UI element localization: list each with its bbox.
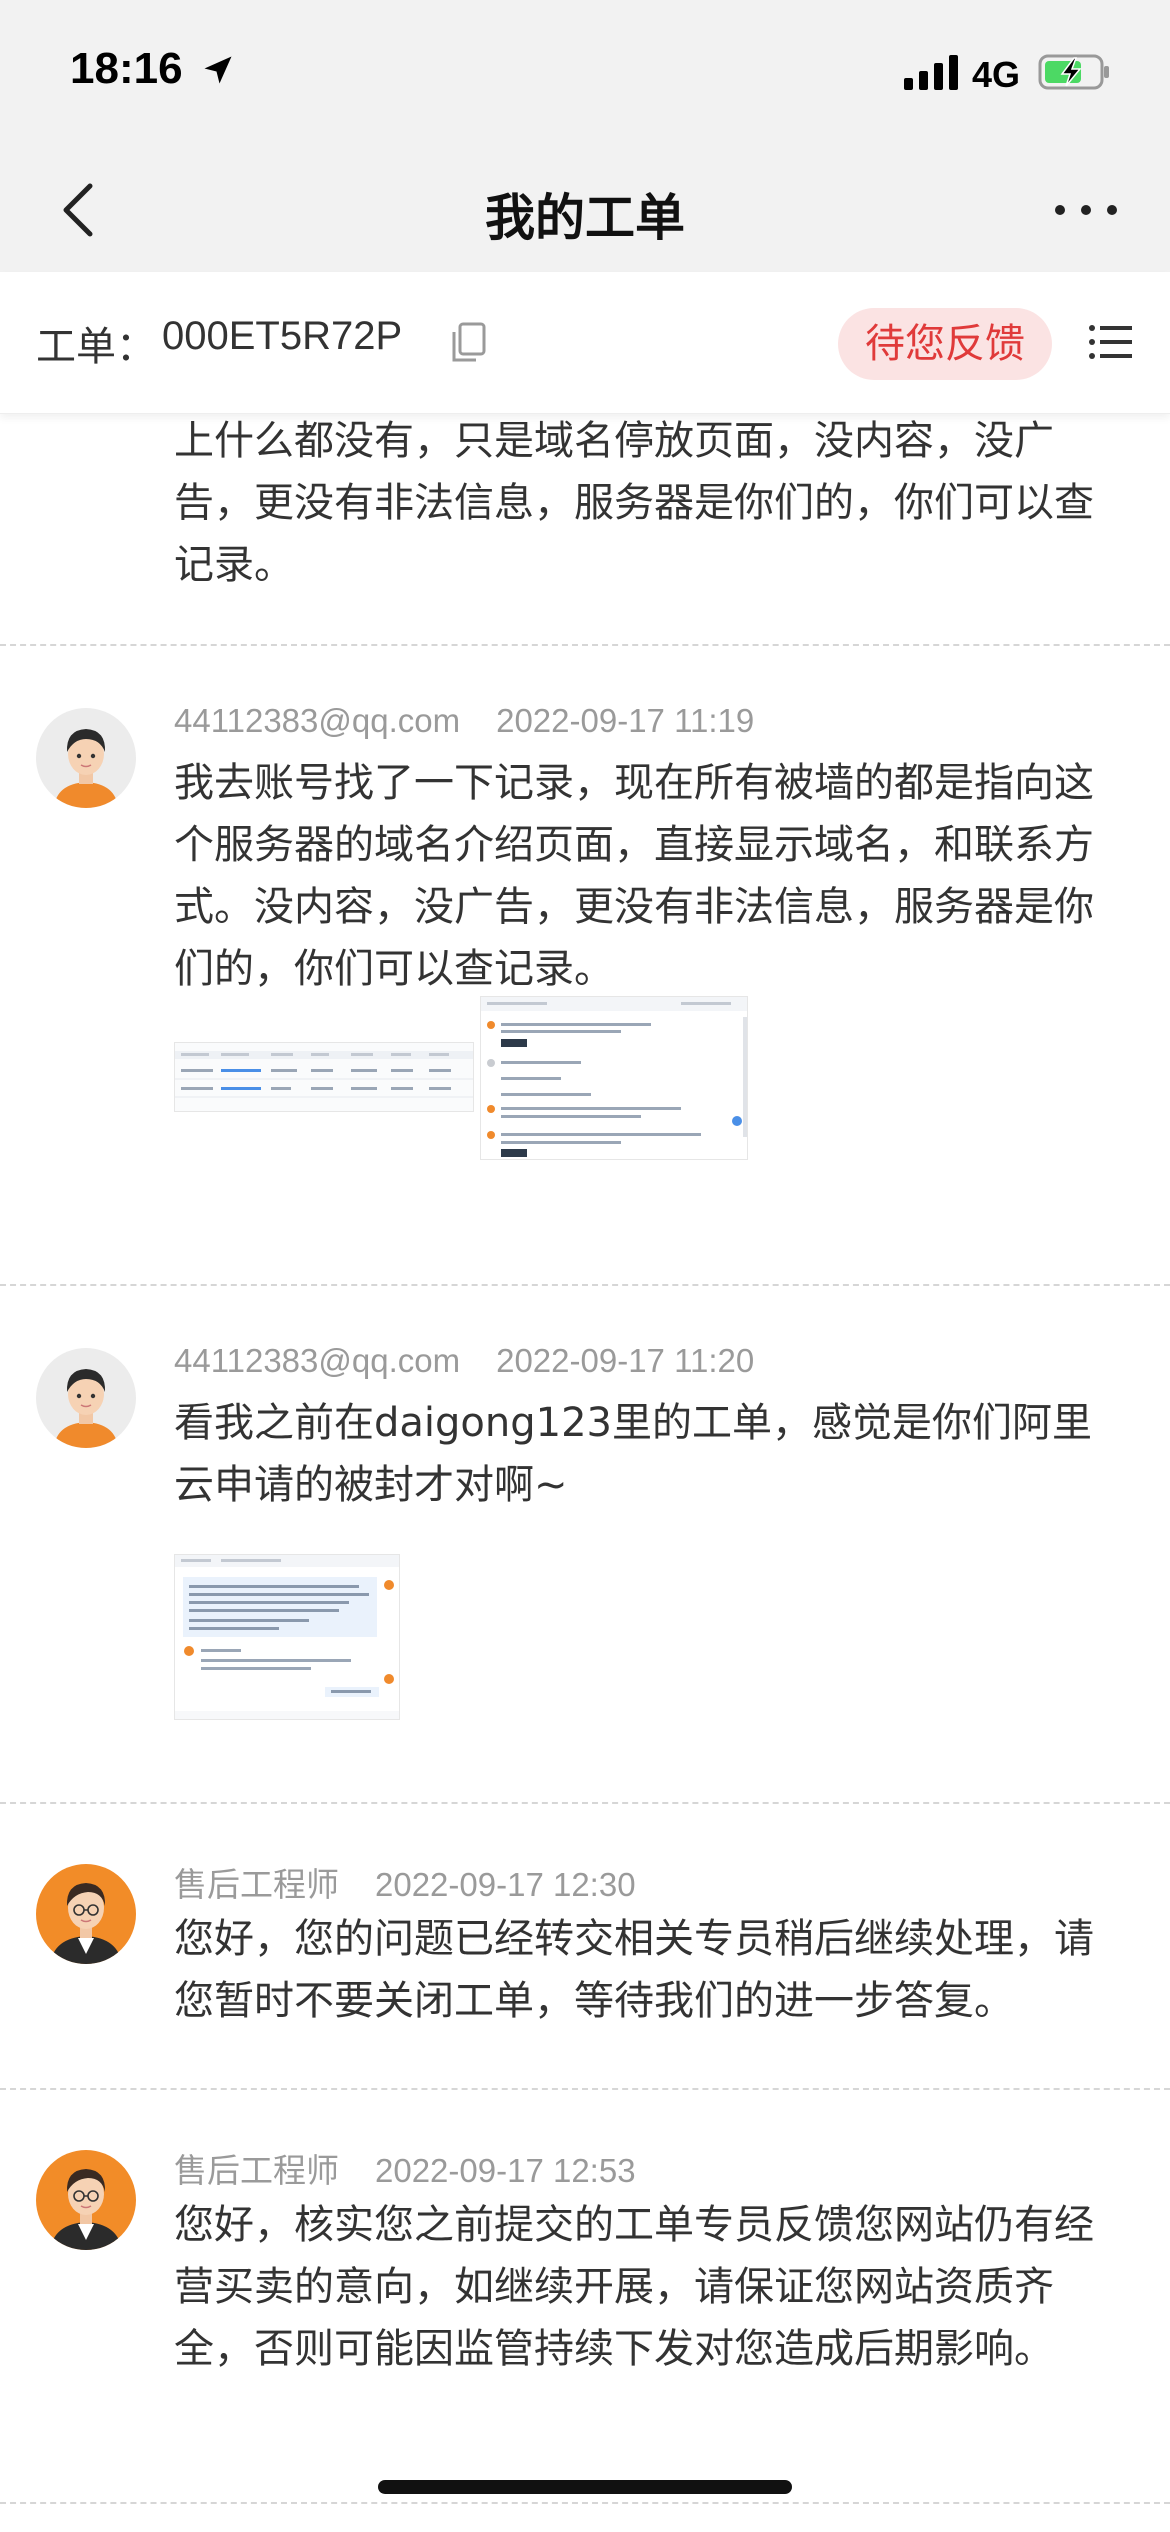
status-time: 18:16 <box>70 44 183 93</box>
message-divider <box>0 2088 1170 2090</box>
ticket-header: 工单： 000ET5R72P 待您反馈 <box>0 272 1170 414</box>
sender-name: 44112383@qq.com <box>174 1342 461 1379</box>
screenshot-thumbnail-ticket[interactable] <box>174 1554 400 1720</box>
sender-name: 44112383@qq.com <box>174 702 461 739</box>
message-body: 看我之前在daigong123里的工单，感觉是你们阿里云申请的被封才对啊~ <box>174 1400 1092 1508</box>
ticket-id: 000ET5R72P <box>162 314 403 358</box>
ticket-label: 工单： <box>36 324 156 370</box>
message-time: 2022-09-17 12:30 <box>375 1866 636 1903</box>
user-avatar <box>36 708 136 808</box>
message-time: 2022-09-17 12:53 <box>375 2152 636 2189</box>
signal-icon <box>904 55 958 90</box>
status-badge: 待您反馈 <box>838 308 1052 380</box>
network-type: 4G <box>972 54 1021 95</box>
engineer-avatar <box>36 2150 136 2250</box>
navigation-bar: 我的工单 <box>0 150 1170 272</box>
home-indicator[interactable] <box>378 2480 792 2494</box>
status-bar: 18:16 4G <box>0 0 1170 150</box>
more-icon[interactable] <box>1052 190 1120 230</box>
battery-charging-icon <box>1038 54 1109 90</box>
message-time: 2022-09-17 11:20 <box>496 1342 755 1379</box>
message-body: 您好，核实您之前提交的工单专员反馈您网站仍有经营买卖的意向，如继续开展，请保证您… <box>174 2202 1094 2372</box>
message-meta: 售后工程师 2022-09-17 12:30 <box>174 1858 636 1906</box>
message-body: 上什么都没有，只是域名停放页面，没内容，没广告，更没有非法信息，服务器是你们的，… <box>174 418 1094 588</box>
message-meta: 44112383@qq.com 2022-09-17 11:19 <box>174 702 754 740</box>
message-divider <box>0 1284 1170 1286</box>
screenshot-thumbnail-chat[interactable] <box>480 996 748 1160</box>
list-icon[interactable] <box>1088 322 1132 362</box>
location-arrow-icon <box>204 56 232 84</box>
message-meta: 售后工程师 2022-09-17 12:53 <box>174 2144 636 2192</box>
message-divider <box>0 1802 1170 1804</box>
sender-name: 售后工程师 <box>174 1866 339 1903</box>
sender-name: 售后工程师 <box>174 2152 339 2189</box>
user-avatar <box>36 1348 136 1448</box>
message-body: 您好，您的问题已经转交相关专员稍后继续处理，请您暂时不要关闭工单，等待我们的进一… <box>174 1916 1094 2024</box>
message-meta: 44112383@qq.com 2022-09-17 11:20 <box>174 1342 754 1380</box>
screenshot-thumbnail-table[interactable] <box>174 1042 474 1112</box>
message-feed[interactable]: 上什么都没有，只是域名停放页面，没内容，没广告，更没有非法信息，服务器是你们的，… <box>0 414 1170 2532</box>
page-title: 我的工单 <box>485 189 685 247</box>
copy-icon[interactable] <box>448 320 488 364</box>
message-divider <box>0 2502 1170 2504</box>
message-time: 2022-09-17 11:19 <box>496 702 755 739</box>
engineer-avatar <box>36 1864 136 1964</box>
message-divider <box>0 644 1170 646</box>
message-body: 我去账号找了一下记录，现在所有被墙的都是指向这个服务器的域名介绍页面，直接显示域… <box>174 760 1094 992</box>
